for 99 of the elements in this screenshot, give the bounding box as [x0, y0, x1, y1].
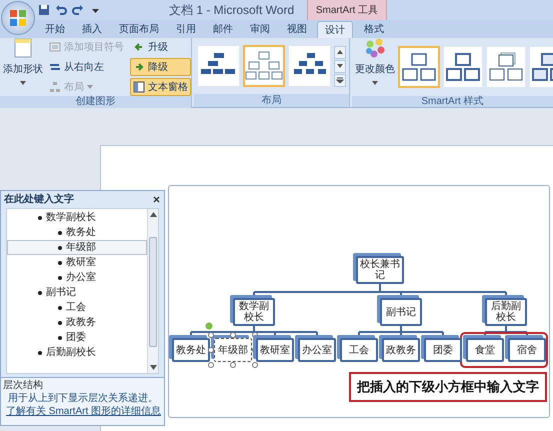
- ribbon-tab[interactable]: 视图: [280, 21, 314, 38]
- diagram-node[interactable]: 校长兼书记: [356, 256, 404, 284]
- text-pane-item[interactable]: 后勤副校长: [7, 345, 147, 360]
- bullet-icon: [38, 350, 42, 354]
- change-colors-button[interactable]: 更改颜色: [355, 38, 395, 96]
- add-shape-button[interactable]: 添加形状: [3, 38, 43, 96]
- undo-button[interactable]: [55, 4, 67, 16]
- ribbon-button[interactable]: 从右向左: [46, 58, 127, 76]
- smartart-frame[interactable]: 校长兼书记 数学副校长 副书记 后勤副校长 教务处 年级部 教研室 办公室 工会 政教务 团委 食堂 宿舍 把插入的下级小方框中输入文字: [168, 185, 550, 418]
- down-caret-icon: [150, 365, 156, 370]
- hierarchy-thumbnail-drawing: [244, 51, 283, 81]
- rotation-handle-icon: [205, 322, 213, 330]
- text-pane-item[interactable]: 工会: [7, 300, 147, 315]
- style-thumbnail-drawing: [400, 52, 438, 82]
- ribbon-tab[interactable]: 引用: [169, 21, 203, 38]
- text-pane-item[interactable]: 年级部: [7, 240, 147, 255]
- save-icon: [38, 4, 50, 16]
- redo-icon: [72, 4, 84, 16]
- ribbon-tab[interactable]: 邮件: [206, 21, 240, 38]
- diagram-node[interactable]: 办公室: [298, 338, 336, 362]
- diagram-node[interactable]: 副书记: [380, 298, 422, 326]
- more-button[interactable]: [334, 74, 346, 86]
- annotation-callout: 把插入的下级小方框中输入文字: [349, 372, 547, 402]
- bullet-icon: [58, 276, 62, 280]
- scroll-button[interactable]: [334, 46, 346, 58]
- bullet-icon: [58, 230, 62, 234]
- diagram-node[interactable]: 政教务: [382, 338, 420, 362]
- office-button[interactable]: [1, 1, 35, 35]
- diagram-node[interactable]: 食堂: [466, 338, 504, 362]
- diagram-node[interactable]: 数学副校长: [233, 298, 275, 326]
- scrollbar[interactable]: [147, 209, 158, 373]
- ribbon-button[interactable]: 文本窗格: [130, 78, 191, 96]
- pane-title: 在此处键入文字: [4, 192, 74, 207]
- ribbon-tab[interactable]: 设计: [317, 21, 353, 38]
- bullet-icon: [58, 246, 62, 250]
- office-logo-icon: [9, 9, 27, 27]
- color-circles-icon: [365, 38, 385, 58]
- save-button[interactable]: [38, 4, 50, 16]
- diagram-node[interactable]: 工会: [340, 338, 378, 362]
- scroll-button[interactable]: [334, 60, 346, 72]
- ribbon-tab[interactable]: 格式: [356, 21, 392, 38]
- down-caret-icon: [336, 63, 344, 69]
- bullet-list-icon: [49, 41, 61, 53]
- pane-heading: 层次结构: [3, 379, 44, 392]
- bullet-icon: [38, 216, 42, 220]
- up-caret-icon: [150, 212, 156, 217]
- close-icon: [152, 196, 160, 203]
- customize-toolbar-button[interactable]: [92, 7, 99, 13]
- close-button[interactable]: [151, 194, 161, 204]
- more-icon: [336, 77, 344, 83]
- text-pane-item[interactable]: 数学副校长: [7, 210, 147, 225]
- bullet-icon: [58, 306, 62, 310]
- arrows-icon: [49, 61, 61, 73]
- ribbon-tab[interactable]: 开始: [38, 21, 72, 38]
- right-arrow-icon: [133, 61, 145, 73]
- window-title: 文档 1 - Microsoft Word: [169, 2, 294, 19]
- bullet-icon: [58, 320, 62, 324]
- group-label: SmartArt 样式: [421, 96, 484, 107]
- undo-icon: [55, 4, 67, 16]
- redo-button[interactable]: [72, 4, 84, 16]
- ribbon-button[interactable]: 升级: [130, 38, 191, 56]
- style-thumbnail-drawing: [444, 52, 482, 82]
- diagram-node[interactable]: 教务处: [172, 338, 210, 362]
- dropdown-caret-icon: [92, 7, 99, 13]
- pane-icon: [133, 81, 145, 93]
- pane-description: 用于从上到下显示层次关系递进。: [7, 392, 159, 405]
- ribbon-tab[interactable]: 审阅: [243, 21, 277, 38]
- text-pane-item[interactable]: 团委: [7, 330, 147, 345]
- bullet-icon: [58, 336, 62, 340]
- text-pane-item[interactable]: 副书记: [7, 285, 147, 300]
- hierarchy-icon: [49, 81, 61, 93]
- scrollbar-thumb[interactable]: [149, 237, 157, 347]
- contextual-tab-header: SmartArt 工具: [307, 0, 387, 20]
- text-pane-item[interactable]: 办公室: [7, 270, 147, 285]
- diagram-node[interactable]: 宿舍: [508, 338, 546, 362]
- style-thumbnail-drawing: [487, 52, 525, 82]
- group-label: 布局: [262, 94, 282, 106]
- diagram-node[interactable]: 年级部: [214, 338, 252, 362]
- ribbon-tab[interactable]: 页面布局: [112, 21, 166, 38]
- dropdown-caret-icon: [372, 81, 378, 85]
- group-label: 创建图形: [76, 96, 116, 108]
- text-pane-item[interactable]: 教务处: [7, 225, 147, 240]
- help-link[interactable]: 了解有关 SmartArt 图形的详细信息: [3, 405, 162, 418]
- layout-option[interactable]: [242, 45, 286, 87]
- style-option[interactable]: [398, 46, 440, 88]
- diagram-node[interactable]: 后勤副校长: [485, 298, 527, 326]
- dropdown-caret-icon: [20, 81, 26, 85]
- shape-icon: [14, 38, 32, 58]
- text-pane-item[interactable]: 政教务: [7, 315, 147, 330]
- bullet-icon: [38, 290, 42, 294]
- text-pane-item[interactable]: 教研室: [7, 255, 147, 270]
- ribbon-button[interactable]: 降级: [130, 58, 191, 76]
- diagram-node[interactable]: 团委: [424, 338, 462, 362]
- dropdown-caret-icon: [87, 85, 93, 89]
- up-caret-icon: [336, 49, 344, 55]
- left-arrow-icon: [133, 41, 145, 53]
- ribbon-tab[interactable]: 插入: [75, 21, 109, 38]
- diagram-node[interactable]: 教研室: [256, 338, 294, 362]
- bullet-icon: [58, 260, 62, 264]
